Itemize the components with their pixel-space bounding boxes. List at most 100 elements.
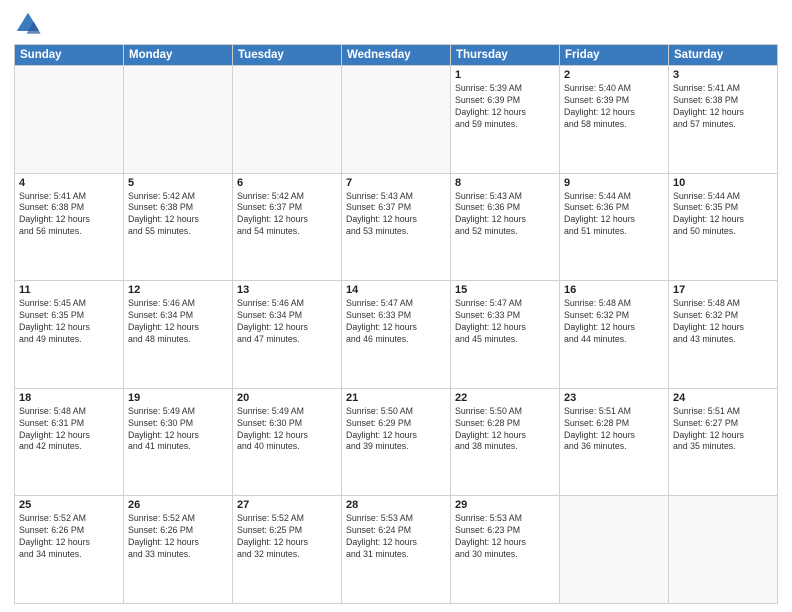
day-header-friday: Friday: [560, 45, 669, 66]
day-number: 19: [128, 392, 228, 404]
cell-content: Sunrise: 5:51 AMSunset: 6:27 PMDaylight:…: [673, 406, 773, 454]
cell-content: Sunrise: 5:47 AMSunset: 6:33 PMDaylight:…: [346, 298, 446, 346]
calendar-cell: 20Sunrise: 5:49 AMSunset: 6:30 PMDayligh…: [233, 388, 342, 496]
calendar-cell: 10Sunrise: 5:44 AMSunset: 6:35 PMDayligh…: [669, 173, 778, 281]
cell-content: Sunrise: 5:41 AMSunset: 6:38 PMDaylight:…: [673, 83, 773, 131]
day-number: 27: [237, 499, 337, 511]
cell-content: Sunrise: 5:52 AMSunset: 6:26 PMDaylight:…: [19, 513, 119, 561]
day-number: 5: [128, 177, 228, 189]
calendar-cell: 26 Sunrise: 5:52 AMSunset: 6:26 PMDayligh…: [124, 496, 233, 604]
cell-content: Sunrise: 5:42 AMSunset: 6:38 PMDaylight:…: [128, 191, 228, 239]
calendar-week-row: 1 Sunrise: 5:39 AMSunset: 6:39 PMDaylight…: [15, 66, 778, 174]
calendar-week-row: 4 Sunrise: 5:41 AMSunset: 6:38 PMDaylight…: [15, 173, 778, 281]
page: SundayMondayTuesdayWednesdayThursdayFrid…: [0, 0, 792, 612]
day-number: 16: [564, 284, 664, 296]
day-number: 12: [128, 284, 228, 296]
day-number: 1: [455, 69, 555, 81]
day-number: 23: [564, 392, 664, 404]
day-header-sunday: Sunday: [15, 45, 124, 66]
calendar-cell: 15 Sunrise: 5:47 AMSunset: 6:33 PMDayligh…: [451, 281, 560, 389]
cell-content: Sunrise: 5:46 AMSunset: 6:34 PMDaylight:…: [128, 298, 228, 346]
calendar-cell: 28 Sunrise: 5:53 AMSunset: 6:24 PMDayligh…: [342, 496, 451, 604]
day-header-saturday: Saturday: [669, 45, 778, 66]
calendar-cell: 8 Sunrise: 5:43 AMSunset: 6:36 PMDaylight…: [451, 173, 560, 281]
cell-content: Sunrise: 5:49 AMSunset: 6:30 PMDaylight:…: [237, 406, 337, 454]
cell-content: Sunrise: 5:41 AMSunset: 6:38 PMDaylight:…: [19, 191, 119, 239]
cell-content: Sunrise: 5:51 AMSunset: 6:28 PMDaylight:…: [564, 406, 664, 454]
calendar-cell: 13 Sunrise: 5:46 AMSunset: 6:34 PMDayligh…: [233, 281, 342, 389]
cell-content: Sunrise: 5:53 AMSunset: 6:24 PMDaylight:…: [346, 513, 446, 561]
cell-content: Sunrise: 5:48 AMSunset: 6:31 PMDaylight:…: [19, 406, 119, 454]
calendar-cell: [233, 66, 342, 174]
cell-content: Sunrise: 5:43 AMSunset: 6:37 PMDaylight:…: [346, 191, 446, 239]
day-number: 8: [455, 177, 555, 189]
calendar-cell: 14 Sunrise: 5:47 AMSunset: 6:33 PMDayligh…: [342, 281, 451, 389]
cell-content: Sunrise: 5:50 AMSunset: 6:28 PMDaylight:…: [455, 406, 555, 454]
day-number: 26: [128, 499, 228, 511]
cell-content: Sunrise: 5:52 AMSunset: 6:25 PMDaylight:…: [237, 513, 337, 561]
calendar-cell: 3 Sunrise: 5:41 AMSunset: 6:38 PMDaylight…: [669, 66, 778, 174]
calendar-cell: 22 Sunrise: 5:50 AMSunset: 6:28 PMDayligh…: [451, 388, 560, 496]
day-number: 25: [19, 499, 119, 511]
calendar-cell: 23 Sunrise: 5:51 AMSunset: 6:28 PMDayligh…: [560, 388, 669, 496]
day-number: 22: [455, 392, 555, 404]
calendar-cell: 27 Sunrise: 5:52 AMSunset: 6:25 PMDayligh…: [233, 496, 342, 604]
calendar-cell: 12 Sunrise: 5:46 AMSunset: 6:34 PMDayligh…: [124, 281, 233, 389]
day-number: 2: [564, 69, 664, 81]
day-number: 28: [346, 499, 446, 511]
calendar-cell: 4 Sunrise: 5:41 AMSunset: 6:38 PMDaylight…: [15, 173, 124, 281]
logo: [14, 10, 44, 38]
calendar-cell: 18 Sunrise: 5:48 AMSunset: 6:31 PMDayligh…: [15, 388, 124, 496]
day-number: 15: [455, 284, 555, 296]
day-number: 4: [19, 177, 119, 189]
calendar-cell: [15, 66, 124, 174]
day-number: 11: [19, 284, 119, 296]
day-number: 10: [673, 177, 773, 189]
day-header-thursday: Thursday: [451, 45, 560, 66]
calendar-week-row: 18 Sunrise: 5:48 AMSunset: 6:31 PMDayligh…: [15, 388, 778, 496]
day-number: 3: [673, 69, 773, 81]
calendar-cell: 25 Sunrise: 5:52 AMSunset: 6:26 PMDayligh…: [15, 496, 124, 604]
day-header-wednesday: Wednesday: [342, 45, 451, 66]
cell-content: Sunrise: 5:40 AMSunset: 6:39 PMDaylight:…: [564, 83, 664, 131]
cell-content: Sunrise: 5:47 AMSunset: 6:33 PMDaylight:…: [455, 298, 555, 346]
day-number: 21: [346, 392, 446, 404]
calendar-header-row: SundayMondayTuesdayWednesdayThursdayFrid…: [15, 45, 778, 66]
day-number: 29: [455, 499, 555, 511]
calendar-cell: 16 Sunrise: 5:48 AMSunset: 6:32 PMDayligh…: [560, 281, 669, 389]
day-number: 14: [346, 284, 446, 296]
calendar-cell: [124, 66, 233, 174]
header: [14, 10, 778, 38]
calendar-cell: 19 Sunrise: 5:49 AMSunset: 6:30 PMDayligh…: [124, 388, 233, 496]
cell-content: Sunrise: 5:53 AMSunset: 6:23 PMDaylight:…: [455, 513, 555, 561]
cell-content: Sunrise: 5:52 AMSunset: 6:26 PMDaylight:…: [128, 513, 228, 561]
calendar-table: SundayMondayTuesdayWednesdayThursdayFrid…: [14, 44, 778, 604]
day-header-tuesday: Tuesday: [233, 45, 342, 66]
calendar-cell: 29 Sunrise: 5:53 AMSunset: 6:23 PMDayligh…: [451, 496, 560, 604]
logo-icon: [14, 10, 42, 38]
calendar-cell: 11 Sunrise: 5:45 AMSunset: 6:35 PMDayligh…: [15, 281, 124, 389]
day-header-monday: Monday: [124, 45, 233, 66]
cell-content: Sunrise: 5:46 AMSunset: 6:34 PMDaylight:…: [237, 298, 337, 346]
cell-content: Sunrise: 5:43 AMSunset: 6:36 PMDaylight:…: [455, 191, 555, 239]
calendar-cell: 17Sunrise: 5:48 AMSunset: 6:32 PMDayligh…: [669, 281, 778, 389]
calendar-cell: 5 Sunrise: 5:42 AMSunset: 6:38 PMDaylight…: [124, 173, 233, 281]
calendar-cell: [560, 496, 669, 604]
day-number: 13: [237, 284, 337, 296]
calendar-cell: 24Sunrise: 5:51 AMSunset: 6:27 PMDayligh…: [669, 388, 778, 496]
cell-content: Sunrise: 5:39 AMSunset: 6:39 PMDaylight:…: [455, 83, 555, 131]
calendar-cell: 2 Sunrise: 5:40 AMSunset: 6:39 PMDaylight…: [560, 66, 669, 174]
calendar-cell: 9 Sunrise: 5:44 AMSunset: 6:36 PMDaylight…: [560, 173, 669, 281]
calendar-week-row: 11 Sunrise: 5:45 AMSunset: 6:35 PMDayligh…: [15, 281, 778, 389]
day-number: 7: [346, 177, 446, 189]
cell-content: Sunrise: 5:49 AMSunset: 6:30 PMDaylight:…: [128, 406, 228, 454]
cell-content: Sunrise: 5:48 AMSunset: 6:32 PMDaylight:…: [564, 298, 664, 346]
day-number: 9: [564, 177, 664, 189]
day-number: 18: [19, 392, 119, 404]
calendar-cell: [342, 66, 451, 174]
cell-content: Sunrise: 5:48 AMSunset: 6:32 PMDaylight:…: [673, 298, 773, 346]
calendar-cell: 6Sunrise: 5:42 AMSunset: 6:37 PMDaylight…: [233, 173, 342, 281]
cell-content: Sunrise: 5:45 AMSunset: 6:35 PMDaylight:…: [19, 298, 119, 346]
calendar-cell: 21Sunrise: 5:50 AMSunset: 6:29 PMDayligh…: [342, 388, 451, 496]
cell-content: Sunrise: 5:44 AMSunset: 6:36 PMDaylight:…: [564, 191, 664, 239]
